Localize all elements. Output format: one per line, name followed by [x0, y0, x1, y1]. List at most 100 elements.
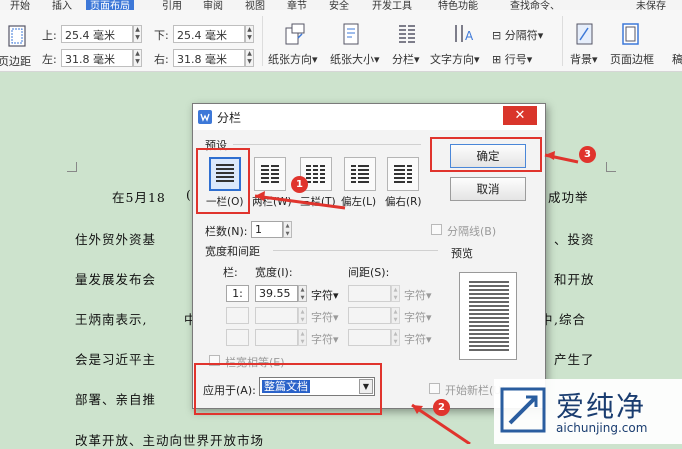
- wps-logo-icon: [198, 110, 212, 124]
- col-index-disabled: [226, 307, 249, 324]
- annotation-number-1: 1: [291, 176, 308, 193]
- margins-button[interactable]: 页边距: [0, 53, 31, 69]
- left-margin-input[interactable]: 31.8 毫米: [61, 49, 133, 67]
- menu-view[interactable]: 视图: [245, 0, 265, 10]
- doc-line-left: 量发展发布会: [75, 272, 157, 287]
- close-button[interactable]: ✕: [503, 106, 537, 125]
- spacing-input-disabled: [348, 329, 391, 346]
- width-unit-dropdown[interactable]: 字符▾: [311, 287, 339, 303]
- doc-line-right: 成功举: [548, 190, 589, 205]
- menu-features[interactable]: 特色功能: [438, 0, 478, 10]
- bottom-margin-input[interactable]: 25.4 毫米: [173, 25, 245, 43]
- preset-right[interactable]: [387, 157, 419, 191]
- paper-size-icon[interactable]: [340, 22, 362, 46]
- right-margin-spinner[interactable]: ▲ ▼: [245, 49, 254, 67]
- background-button[interactable]: 背景▾: [570, 51, 598, 67]
- svg-text:A: A: [465, 29, 474, 43]
- preset-three-columns-label[interactable]: 三栏(T): [300, 194, 336, 209]
- ribbon-overflow[interactable]: 稿: [672, 51, 682, 67]
- paper-size-button[interactable]: 纸张大小▾: [330, 51, 380, 67]
- annotation-box-presets: [196, 148, 250, 214]
- columns-button[interactable]: 分栏▾: [392, 51, 420, 67]
- doc-line-left: 住外贸外资基: [75, 232, 157, 247]
- annotation-box-ok: [430, 137, 542, 172]
- col-index-disabled: [226, 329, 249, 346]
- ribbon-divider: [262, 16, 263, 66]
- doc-line-right: 和开放: [554, 272, 595, 287]
- page-border-icon[interactable]: [620, 22, 642, 46]
- spacing-input-disabled: [348, 307, 391, 324]
- column-width-spinner[interactable]: ▲ ▼: [298, 285, 307, 302]
- dialog-titlebar[interactable]: 分栏 ✕: [193, 104, 545, 130]
- right-margin-input[interactable]: 31.8 毫米: [173, 49, 245, 67]
- margin-corner-mark: [67, 162, 77, 172]
- menu-start[interactable]: 开始: [10, 0, 30, 10]
- unit-label-disabled: 字符: [404, 311, 426, 324]
- separator-label: 分隔线(B): [447, 225, 497, 238]
- menubar: 开始 插入 页面布局 引用 审阅 视图 章节 安全 开发工具 特色功能 查找命令…: [0, 0, 682, 10]
- dialog-title: 分栏: [217, 111, 242, 125]
- two-columns-icon: [261, 165, 279, 183]
- text-direction-label: 文字方向: [430, 53, 474, 66]
- page-border-button[interactable]: 页面边框: [610, 51, 654, 67]
- orientation-icon[interactable]: [284, 22, 306, 46]
- annotation-number-2: 2: [433, 399, 450, 416]
- top-margin-input[interactable]: 25.4 毫米: [61, 25, 133, 43]
- unit-disabled: 字符▾: [404, 311, 432, 324]
- menu-page-layout[interactable]: 页面布局: [86, 0, 134, 10]
- watermark-text: 爱纯净: [556, 390, 647, 423]
- menu-references[interactable]: 引用: [162, 0, 182, 10]
- close-icon: ✕: [514, 108, 526, 123]
- column-width-input[interactable]: 39.55: [255, 285, 298, 302]
- preset-left[interactable]: [344, 157, 376, 191]
- width-spacing-group-label: 宽度和间距: [205, 245, 260, 258]
- preset-right-label[interactable]: 偏右(R): [385, 194, 422, 209]
- group-divider: [233, 144, 421, 145]
- num-columns-input[interactable]: 1: [251, 221, 283, 238]
- orientation-label: 纸张方向: [268, 53, 312, 66]
- menu-developer[interactable]: 开发工具: [372, 0, 412, 10]
- text-direction-icon[interactable]: A: [452, 22, 474, 46]
- menu-unsaved: 未保存: [636, 1, 666, 10]
- background-icon[interactable]: [574, 22, 596, 46]
- breaks-button[interactable]: ⊟ 分隔符▾: [492, 27, 543, 43]
- menu-security[interactable]: 安全: [329, 0, 349, 10]
- doc-line-right: 、投资: [554, 232, 595, 247]
- separator-checkbox[interactable]: [431, 224, 442, 235]
- col-index: 1:: [226, 285, 249, 302]
- group-divider: [273, 250, 438, 251]
- preview-pane: [459, 272, 517, 360]
- menu-section[interactable]: 章节: [287, 0, 307, 10]
- doc-line-left: 会是习近平主: [75, 352, 157, 367]
- doc-line-left: 在5月18: [112, 190, 166, 205]
- spinner-disabled: ▲ ▼: [391, 329, 400, 346]
- breaks-label: 分隔符: [504, 29, 538, 42]
- menu-review[interactable]: 审阅: [203, 0, 223, 10]
- spinner-disabled: ▲ ▼: [298, 307, 307, 324]
- orientation-button[interactable]: 纸张方向▾: [268, 51, 318, 67]
- left-margin-spinner[interactable]: ▲ ▼: [133, 49, 142, 67]
- menu-insert[interactable]: 插入: [52, 0, 72, 10]
- bottom-margin-spinner[interactable]: ▲ ▼: [245, 25, 254, 43]
- cancel-button[interactable]: 取消: [450, 177, 526, 201]
- unit-disabled: 字符▾: [404, 333, 432, 346]
- spacing-unit-dropdown: 字符▾: [404, 289, 432, 302]
- num-columns-spinner[interactable]: ▲ ▼: [283, 221, 292, 238]
- doc-hidden-char: (: [186, 187, 192, 202]
- num-columns-label: 栏数(N):: [205, 225, 248, 238]
- right-margin-label: 右:: [154, 53, 169, 66]
- margins-icon[interactable]: [6, 24, 28, 48]
- ribbon-divider: [562, 16, 563, 66]
- col-header: 栏:: [223, 266, 238, 279]
- preset-two-columns-label[interactable]: 两栏(W): [252, 194, 292, 209]
- line-numbers-button[interactable]: ⊞ 行号▾: [492, 51, 532, 67]
- top-margin-spinner[interactable]: ▲ ▼: [133, 25, 142, 43]
- column-width-input-disabled: [255, 307, 298, 324]
- text-direction-button[interactable]: 文字方向▾: [430, 51, 480, 67]
- preset-left-label[interactable]: 偏左(L): [341, 194, 376, 209]
- columns-icon[interactable]: [396, 22, 418, 46]
- menu-search[interactable]: 查找命令、: [510, 0, 560, 10]
- preview-label: 预览: [451, 247, 473, 260]
- doc-line-left: 改革开放、主动向世界开放市场: [75, 433, 265, 448]
- preset-two-columns[interactable]: [254, 157, 286, 191]
